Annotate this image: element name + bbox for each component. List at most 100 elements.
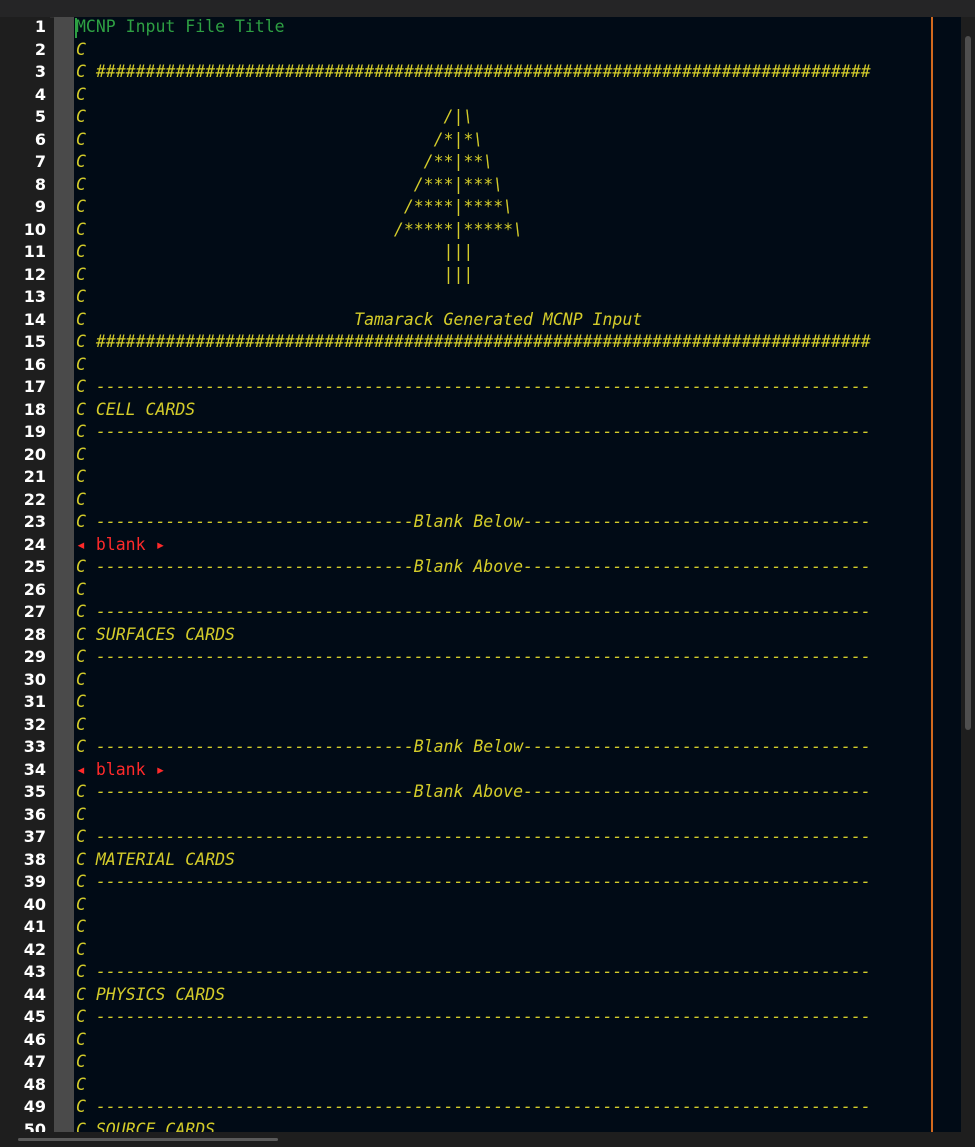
line-number: 2: [34, 39, 46, 59]
comment-line[interactable]: C: [76, 39, 932, 62]
line-number: 33: [23, 737, 46, 756]
line-number: 3: [34, 62, 46, 81]
comment-line[interactable]: C: [76, 354, 932, 377]
fold-margin[interactable]: [54, 17, 74, 1132]
comment-line[interactable]: C --------------------------------------…: [76, 961, 932, 984]
comment-line[interactable]: C: [76, 1029, 932, 1052]
comment-line[interactable]: C |||: [76, 241, 932, 264]
line-number: 45: [23, 1007, 46, 1026]
comment-line[interactable]: C Tamarack Generated MCNP Input: [76, 309, 932, 332]
line-number: 27: [23, 602, 46, 621]
line-number: 39: [23, 872, 46, 891]
comment-line[interactable]: C SURFACES CARDS: [76, 624, 932, 647]
line-number: 5: [34, 107, 46, 126]
comment-line[interactable]: C ######################################…: [76, 331, 932, 354]
comment-line[interactable]: C: [76, 84, 932, 107]
line-number: 37: [23, 827, 46, 846]
code-text-area[interactable]: MCNP Input File Title C C ################…: [74, 17, 932, 1132]
comment-line[interactable]: C PHYSICS CARDS: [76, 984, 932, 1007]
line-number: 14: [23, 309, 46, 329]
comment-line[interactable]: C /***|***\: [76, 174, 932, 197]
blank-line-marker[interactable]: ◂ blank ▸: [76, 759, 932, 782]
line-number: 23: [23, 512, 46, 531]
line-number: 1: [34, 17, 46, 36]
line-number: 36: [23, 804, 46, 824]
comment-line[interactable]: C: [76, 1051, 932, 1074]
comment-line[interactable]: C: [76, 669, 932, 692]
line-number: 38: [23, 849, 46, 869]
line-number: 35: [23, 782, 46, 801]
comment-line[interactable]: C: [76, 894, 932, 917]
comment-line[interactable]: C: [76, 286, 932, 309]
vertical-scrollbar-thumb[interactable]: [965, 36, 971, 730]
comment-line[interactable]: C CELL CARDS: [76, 399, 932, 422]
horizontal-scrollbar-thumb[interactable]: [18, 1138, 278, 1141]
comment-line[interactable]: C --------------------------------------…: [76, 421, 932, 444]
comment-line[interactable]: C: [76, 714, 932, 737]
comment-line[interactable]: C: [76, 444, 932, 467]
comment-line[interactable]: C --------------------------------Blank …: [76, 781, 932, 804]
blank-line-marker[interactable]: ◂ blank ▸: [76, 534, 932, 557]
line-number: 49: [23, 1097, 46, 1116]
comment-line[interactable]: C SOURCE CARDS: [76, 1119, 932, 1133]
comment-line[interactable]: C --------------------------------------…: [76, 646, 932, 669]
line-number: 34: [23, 759, 46, 779]
editor-top-bar: [0, 0, 975, 18]
line-number: 43: [23, 962, 46, 981]
line-number: 9: [34, 197, 46, 216]
line-number: 4: [34, 84, 46, 104]
comment-line[interactable]: C /*****|*****\: [76, 219, 932, 242]
comment-line[interactable]: C: [76, 1074, 932, 1097]
line-number: 32: [23, 714, 46, 734]
comment-line[interactable]: C ######################################…: [76, 61, 932, 84]
line-number: 8: [34, 174, 46, 194]
comment-line[interactable]: C MATERIAL CARDS: [76, 849, 932, 872]
comment-line[interactable]: C --------------------------------Blank …: [76, 736, 932, 759]
comment-line[interactable]: C /|\: [76, 106, 932, 129]
line-number: 41: [23, 917, 46, 936]
line-number: 25: [23, 557, 46, 576]
comment-line[interactable]: C: [76, 466, 932, 489]
comment-line[interactable]: C: [76, 939, 932, 962]
line-number: 47: [23, 1052, 46, 1071]
line-number: 26: [23, 579, 46, 599]
line-number: 28: [23, 624, 46, 644]
comment-line[interactable]: C: [76, 804, 932, 827]
line-number: 17: [23, 377, 46, 396]
line-number: 30: [23, 669, 46, 689]
comment-line[interactable]: C /**|**\: [76, 151, 932, 174]
comment-line[interactable]: C /*|*\: [76, 129, 932, 152]
comment-line[interactable]: C |||: [76, 264, 932, 287]
comment-line[interactable]: C --------------------------------------…: [76, 826, 932, 849]
line-number: 44: [23, 984, 46, 1004]
comment-line[interactable]: C: [76, 916, 932, 939]
line-number: 6: [34, 129, 46, 149]
line-number: 24: [23, 534, 46, 554]
comment-line[interactable]: C --------------------------------------…: [76, 1096, 932, 1119]
comment-line[interactable]: C --------------------------------------…: [76, 601, 932, 624]
line-number: 10: [23, 219, 46, 239]
line-number: 19: [23, 422, 46, 441]
line-number: 18: [23, 399, 46, 419]
line-number: 20: [23, 444, 46, 464]
overflow-pane: [933, 17, 961, 1132]
comment-line[interactable]: C --------------------------------Blank …: [76, 511, 932, 534]
comment-line[interactable]: C: [76, 579, 932, 602]
title-line[interactable]: MCNP Input File Title: [76, 17, 932, 39]
comment-line[interactable]: C: [76, 691, 932, 714]
line-number: 7: [34, 152, 46, 171]
comment-line[interactable]: C --------------------------------------…: [76, 1006, 932, 1029]
comment-line[interactable]: C: [76, 489, 932, 512]
code-editor[interactable]: 1 2 3 4 5 6 7 8 9 10 11 12 13 14 15 16 17 18 19 20 21 22 23 24 2…: [0, 0, 975, 1147]
line-number: 21: [23, 467, 46, 486]
line-number: 46: [23, 1029, 46, 1049]
line-number: 48: [23, 1074, 46, 1094]
comment-line[interactable]: C --------------------------------------…: [76, 376, 932, 399]
comment-line[interactable]: C /****|****\: [76, 196, 932, 219]
line-number: 42: [23, 939, 46, 959]
line-number: 11: [23, 242, 46, 261]
comment-line[interactable]: C --------------------------------Blank …: [76, 556, 932, 579]
line-number: 40: [23, 894, 46, 914]
comment-line[interactable]: C --------------------------------------…: [76, 871, 932, 894]
line-number: 12: [23, 264, 46, 284]
